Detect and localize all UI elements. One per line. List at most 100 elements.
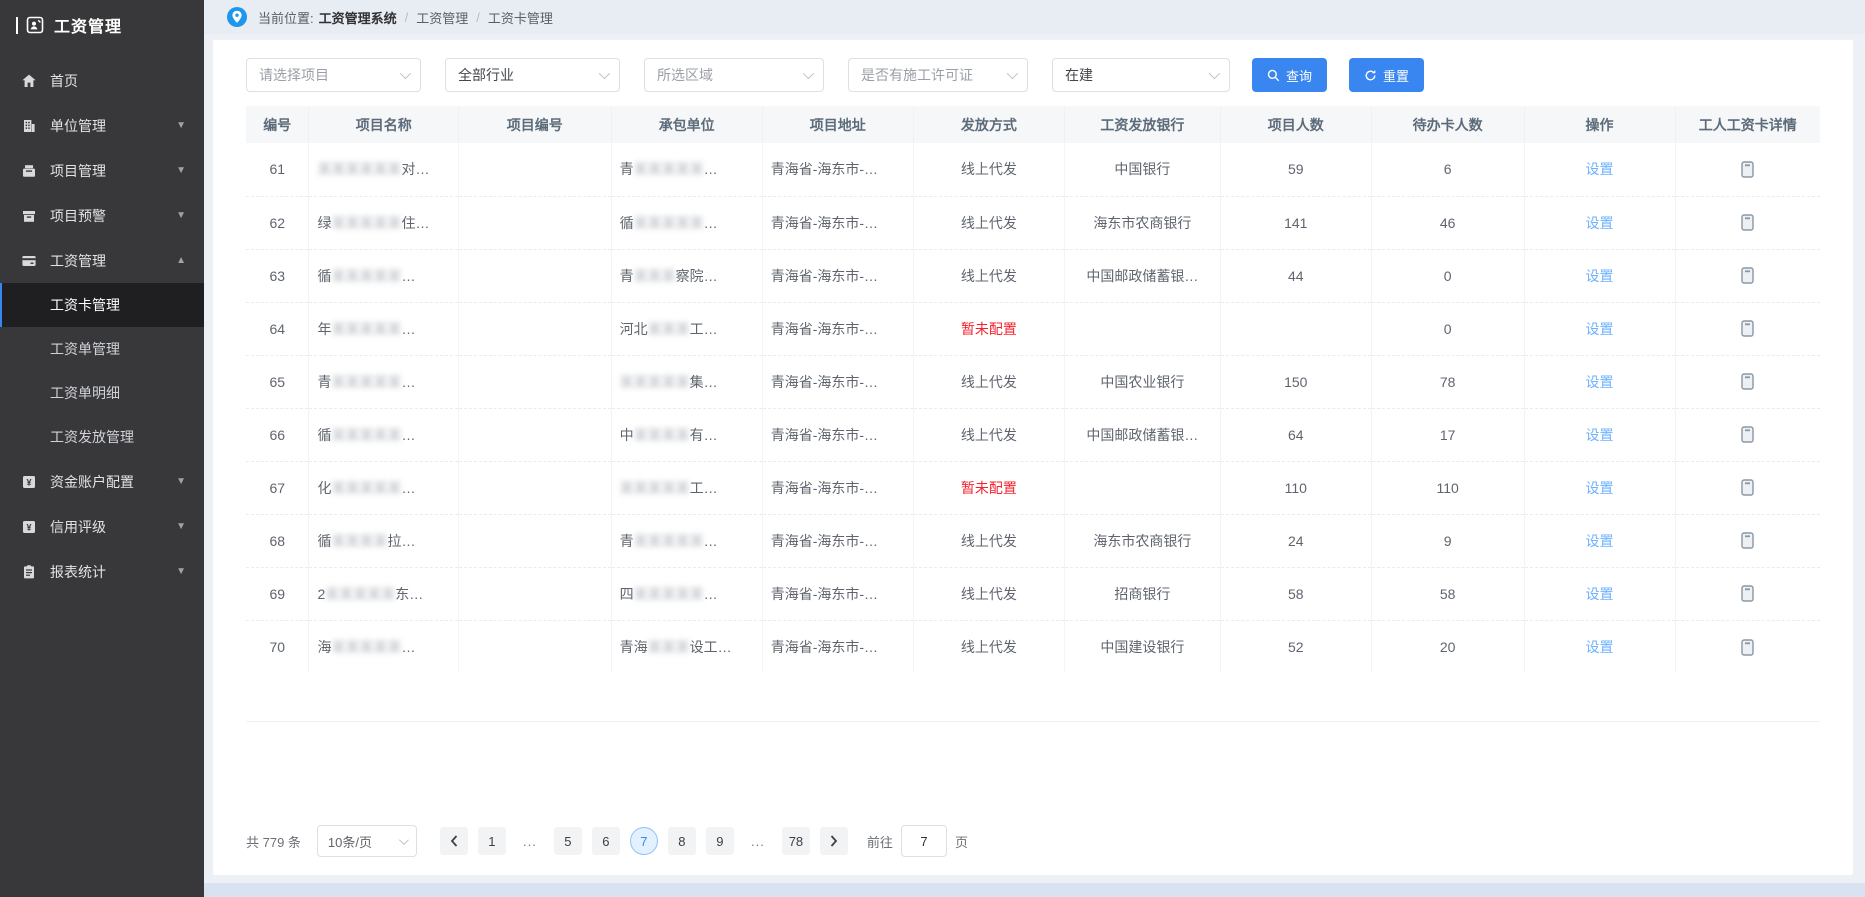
wage-card-detail-button[interactable]: [1741, 214, 1754, 231]
prev-page-button[interactable]: [440, 827, 468, 855]
page-button[interactable]: 78: [782, 827, 810, 855]
reset-button[interactable]: 重置: [1349, 58, 1424, 92]
app-title: 工资管理: [54, 13, 122, 37]
sidebar-item-project-alerts[interactable]: 项目预警 ▼: [0, 193, 204, 238]
payment-method-cell: 暂未配置: [913, 461, 1064, 514]
people-count-cell: 44: [1220, 249, 1371, 302]
sidebar-item-fund-account[interactable]: ¥ 资金账户配置 ▼: [0, 459, 204, 504]
chevron-down-icon: [1007, 68, 1018, 79]
horizontal-scrollbar[interactable]: [204, 883, 1865, 897]
sidebar-subitem-label: 工资发放管理: [50, 427, 134, 447]
settings-link[interactable]: 设置: [1586, 268, 1614, 284]
page-button[interactable]: 6: [592, 827, 620, 855]
address-cell: 青海省-海东市-…: [762, 249, 913, 302]
col-address: 项目地址: [762, 106, 913, 143]
chevron-down-icon: [400, 68, 411, 79]
breadcrumb-level2[interactable]: 工资管理: [416, 8, 468, 27]
wage-card-detail-button[interactable]: [1741, 639, 1754, 656]
sidebar-item-report-statistics[interactable]: 报表统计 ▼: [0, 549, 204, 594]
status-select[interactable]: 在建: [1052, 58, 1230, 92]
wage-card-detail-button[interactable]: [1741, 373, 1754, 390]
sidebar-item-home[interactable]: 首页: [0, 58, 204, 103]
region-select[interactable]: 所选区域: [644, 58, 824, 92]
construction-permit-select[interactable]: 是否有施工许可证: [848, 58, 1028, 92]
wage-card-detail-button[interactable]: [1741, 161, 1754, 178]
next-page-button[interactable]: [820, 827, 848, 855]
payment-method-cell: 线上代发: [913, 620, 1064, 673]
chevron-left-icon: [449, 835, 459, 847]
page-button-current[interactable]: 7: [630, 827, 658, 855]
bank-cell: 海东市农商银行: [1064, 196, 1220, 249]
sidebar-item-projects[interactable]: 项目管理 ▼: [0, 148, 204, 193]
wage-card-detail-button[interactable]: [1741, 479, 1754, 496]
sidebar-item-salary[interactable]: 工资管理 ▲: [0, 238, 204, 283]
payment-method-cell: 线上代发: [913, 249, 1064, 302]
settings-link[interactable]: 设置: [1586, 161, 1614, 177]
sidebar-subitem-payroll-detail[interactable]: 工资单明细: [0, 371, 204, 415]
wage-card-detail-button[interactable]: [1741, 532, 1754, 549]
project-code-cell: [458, 143, 611, 196]
breadcrumb-level3: 工资卡管理: [488, 8, 553, 27]
more-pages-button[interactable]: ...: [744, 827, 772, 855]
card-detail-cell: [1675, 567, 1820, 620]
settings-link[interactable]: 设置: [1586, 215, 1614, 231]
breadcrumb-separator: /: [476, 10, 480, 25]
pending-cards-cell: 78: [1371, 355, 1524, 408]
wage-card-detail-icon: [1741, 479, 1754, 496]
wage-card-detail-button[interactable]: [1741, 426, 1754, 443]
settings-link[interactable]: 设置: [1586, 533, 1614, 549]
breadcrumb-separator: /: [405, 10, 409, 25]
page-list: 1...56789...78: [473, 827, 815, 855]
goto-page: 前往 页: [867, 825, 968, 857]
settings-link[interactable]: 设置: [1586, 374, 1614, 390]
sidebar-subitem-salary-card-management[interactable]: 工资卡管理: [0, 283, 204, 327]
wage-card-detail-button[interactable]: [1741, 320, 1754, 337]
table-empty-space: [246, 722, 1820, 811]
settings-link[interactable]: 设置: [1586, 321, 1614, 337]
page-button[interactable]: 1: [478, 827, 506, 855]
col-project-name: 项目名称: [309, 106, 459, 143]
settings-link[interactable]: 设置: [1586, 586, 1614, 602]
page-button[interactable]: 9: [706, 827, 734, 855]
sidebar-item-credit-rating[interactable]: ¥ 信用评级 ▼: [0, 504, 204, 549]
sidebar-item-units[interactable]: 单位管理 ▼: [0, 103, 204, 148]
row-id-cell: 62: [246, 196, 309, 249]
wage-card-detail-button[interactable]: [1741, 585, 1754, 602]
project-select[interactable]: 请选择项目: [246, 58, 421, 92]
page-size-select[interactable]: 10条/页: [317, 825, 417, 857]
sidebar-subitem-salary-issue-management[interactable]: 工资发放管理: [0, 415, 204, 459]
people-count-cell: 110: [1220, 461, 1371, 514]
redacted-text: 某某某某某: [331, 374, 401, 390]
chevron-down-icon: ▼: [176, 210, 186, 221]
bank-cell: 海东市农商银行: [1064, 514, 1220, 567]
wage-card-detail-button[interactable]: [1741, 267, 1754, 284]
project-code-cell: [458, 620, 611, 673]
people-count-cell: 64: [1220, 408, 1371, 461]
people-count-cell: 24: [1220, 514, 1371, 567]
card-detail-cell: [1675, 408, 1820, 461]
breadcrumb-root[interactable]: 工资管理系统: [319, 8, 397, 27]
project-name-cell: 年某某某某某…: [309, 302, 459, 355]
wage-card-detail-icon: [1741, 320, 1754, 337]
settings-link[interactable]: 设置: [1586, 427, 1614, 443]
chevron-down-icon: [399, 835, 409, 845]
industry-select[interactable]: 全部行业: [445, 58, 620, 92]
sidebar-subitem-payroll-management[interactable]: 工资单管理: [0, 327, 204, 371]
sidebar-subitem-label: 工资单明细: [50, 383, 120, 403]
pending-cards-cell: 6: [1371, 143, 1524, 196]
content-card: 请选择项目 全部行业 所选区域 是否有施工许可证 在建: [213, 40, 1853, 875]
settings-link[interactable]: 设置: [1586, 639, 1614, 655]
goto-suffix: 页: [955, 832, 968, 851]
page-button[interactable]: 8: [668, 827, 696, 855]
sidebar: 工资管理 首页 单位管理 ▼ 项目管理 ▼ 项目预警 ▼ 工资管理 ▲ 工资卡管…: [0, 0, 204, 897]
redacted-text: 某某某某某: [331, 321, 401, 337]
report-icon: [20, 564, 37, 580]
search-button[interactable]: 查询: [1252, 58, 1327, 92]
chevron-down-icon: ▼: [176, 521, 186, 532]
goto-page-input[interactable]: [901, 825, 947, 857]
more-pages-button[interactable]: ...: [516, 827, 544, 855]
table-row: 70 海某某某某某… 青海某某某设工… 青海省-海东市-… 线上代发 中国建设银…: [246, 620, 1820, 673]
project-name-cell: 青某某某某某…: [309, 355, 459, 408]
page-button[interactable]: 5: [554, 827, 582, 855]
settings-link[interactable]: 设置: [1586, 480, 1614, 496]
